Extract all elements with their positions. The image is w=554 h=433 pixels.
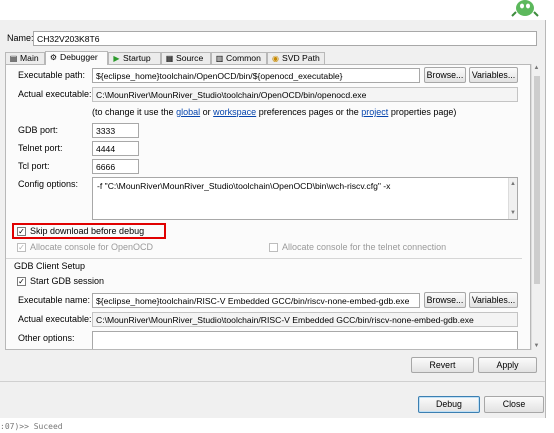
tab-svd-path-label: SVD Path [282, 53, 320, 63]
panel-scrollbar[interactable]: ▲ ▼ [531, 64, 541, 350]
tab-common[interactable]: ▥ Common [211, 52, 267, 64]
debug-button[interactable]: Debug [418, 396, 480, 413]
variables-gdb-button[interactable]: Variables... [469, 292, 518, 308]
project-link[interactable]: project [361, 107, 388, 117]
allocate-telnet-checkbox [269, 243, 278, 252]
tab-source-label: Source [176, 53, 204, 63]
gdb-port-label: GDB port: [18, 125, 59, 135]
start-gdb-session-label[interactable]: Start GDB session [30, 275, 104, 288]
debugger-tab-panel: Executable path: ${eclipse_home}toolchai… [5, 64, 531, 350]
allocate-console-checkbox: ✓ [17, 243, 26, 252]
telnet-port-input[interactable]: 4444 [92, 141, 139, 156]
other-options-label: Other options: [18, 333, 75, 343]
hint-or: or [202, 107, 211, 117]
skip-download-label[interactable]: Skip download before debug [30, 225, 144, 238]
debug-configuration-dialog: Name: CH32V203K8T6 ▤ Main ⚙ Debugger ▶ Star… [0, 20, 546, 418]
allocate-console-label: Allocate console for OpenOCD [30, 242, 154, 252]
scroll-down-arrow-icon[interactable]: ▼ [509, 207, 517, 219]
tab-source[interactable]: ▦ Source [161, 52, 211, 64]
global-link[interactable]: global [176, 107, 200, 117]
panel-scroll-up-icon[interactable]: ▲ [532, 65, 541, 71]
scroll-up-arrow-icon[interactable]: ▲ [509, 178, 517, 190]
start-gdb-session-checkbox[interactable]: ✓ [17, 277, 26, 286]
revert-button[interactable]: Revert [411, 357, 474, 373]
main-tab-icon: ▤ [9, 54, 18, 63]
panel-scroll-thumb[interactable] [534, 76, 540, 284]
tab-svd-path[interactable]: ◉ SVD Path [267, 52, 325, 64]
gdb-actual-executable-label: Actual executable: [18, 314, 92, 324]
config-options-label: Config options: [18, 179, 79, 189]
mascot-logo [510, 0, 540, 18]
tab-debugger-label: Debugger [60, 52, 98, 62]
apply-button[interactable]: Apply [478, 357, 537, 373]
startup-tab-icon: ▶ [113, 54, 120, 63]
gdb-client-setup-heading: GDB Client Setup [14, 261, 86, 271]
tab-debugger[interactable]: ⚙ Debugger [45, 51, 108, 65]
tcl-port-label: Tcl port: [18, 161, 50, 171]
workspace-link[interactable]: workspace [213, 107, 256, 117]
gdb-port-input[interactable]: 3333 [92, 123, 139, 138]
tab-startup-label: Startup [123, 53, 151, 63]
skip-download-checkbox[interactable]: ✓ [17, 227, 26, 236]
svd-tab-icon: ◉ [272, 54, 279, 63]
tab-common-label: Common [226, 53, 261, 63]
executable-path-label: Executable path: [18, 70, 86, 80]
gdb-actual-executable-field: C:\MounRiver\MounRiver_Studio\toolchain/… [92, 312, 518, 327]
telnet-port-label: Telnet port: [18, 143, 63, 153]
source-tab-icon: ▦ [165, 54, 174, 63]
console-output-text: :07)>> Suceed [0, 422, 63, 431]
tab-main-label: Main [20, 53, 39, 63]
configuration-name-input[interactable]: CH32V203K8T6 [33, 31, 537, 46]
gdb-executable-name-label: Executable name: [18, 295, 91, 305]
preferences-hint: (to change it use the global or workspac… [92, 106, 456, 119]
allocate-telnet-label: Allocate console for the telnet connecti… [282, 242, 447, 252]
variables-openocd-button[interactable]: Variables... [469, 67, 518, 83]
tcl-port-input[interactable]: 6666 [92, 159, 139, 174]
name-label: Name: [7, 33, 34, 43]
hint-middle: preferences pages or the [258, 107, 359, 117]
section-divider [6, 258, 522, 259]
config-options-text: -f "C:\MounRiver\MounRiver_Studio\toolch… [97, 181, 391, 191]
actual-executable-field: C:\MounRiver\MounRiver_Studio\toolchain/… [92, 87, 518, 102]
executable-path-input[interactable]: ${eclipse_home}toolchain/OpenOCD/bin/${o… [92, 68, 420, 83]
tab-strip: ▤ Main ⚙ Debugger ▶ Startup ▦ Source ▥ Common… [5, 51, 545, 65]
debugger-tab-icon: ⚙ [49, 53, 58, 62]
bottom-divider [0, 381, 545, 382]
hint-prefix: (to change it use the [92, 107, 174, 117]
common-tab-icon: ▥ [215, 54, 224, 63]
config-options-textarea[interactable]: -f "C:\MounRiver\MounRiver_Studio\toolch… [92, 177, 518, 220]
tab-startup[interactable]: ▶ Startup [108, 52, 161, 64]
browse-openocd-button[interactable]: Browse... [424, 67, 466, 83]
panel-scroll-down-icon[interactable]: ▼ [532, 343, 541, 349]
browse-gdb-button[interactable]: Browse... [424, 292, 466, 308]
close-button[interactable]: Close [484, 396, 544, 413]
hint-suffix: properties page) [390, 107, 457, 117]
tab-main[interactable]: ▤ Main [5, 52, 45, 64]
actual-executable-label: Actual executable: [18, 89, 92, 99]
config-options-scrollbar[interactable]: ▲ ▼ [508, 178, 517, 219]
other-options-input[interactable] [92, 331, 518, 349]
gdb-executable-name-input[interactable]: ${eclipse_home}toolchain/RISC-V Embedded… [92, 293, 420, 308]
